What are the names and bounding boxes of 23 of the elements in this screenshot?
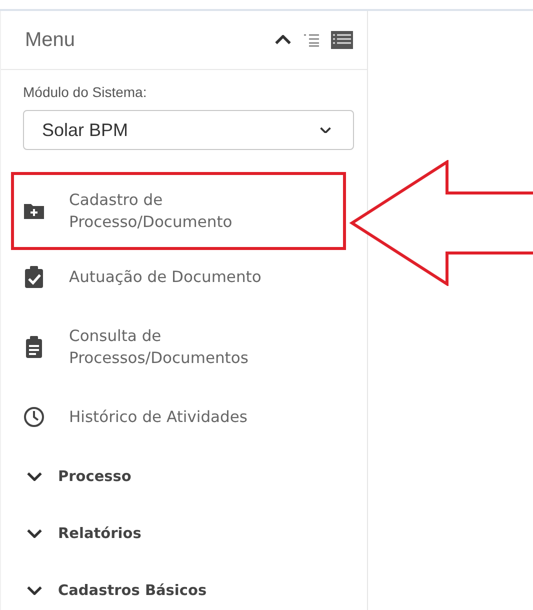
list-view-button[interactable] <box>329 29 355 51</box>
caret-icon <box>320 126 331 134</box>
menu-item[interactable]: Cadastro de Processo/Documento <box>11 172 346 250</box>
module-label: Módulo do Sistema: <box>23 84 148 100</box>
menu-item[interactable]: Consulta de Processos/Documentos <box>11 308 346 386</box>
clipboard-list-icon <box>23 335 45 359</box>
collapse-button[interactable] <box>273 33 293 47</box>
list-icon <box>331 31 353 49</box>
chevron-down-icon <box>27 529 42 538</box>
menu-title: Menu <box>25 28 76 52</box>
menu-item[interactable]: Autuação de Documento <box>11 252 346 302</box>
clock-icon <box>23 406 45 428</box>
chevron-up-icon <box>275 35 291 45</box>
folder-plus-icon <box>23 201 45 221</box>
menu-group[interactable]: Cadastros Básicos <box>11 562 353 610</box>
chevron-down-icon <box>27 586 42 595</box>
module-select[interactable]: Solar BPM <box>23 110 354 150</box>
clipboard-check-icon <box>23 265 45 289</box>
indented-list-icon <box>303 33 319 47</box>
menu-group[interactable]: Relatórios <box>11 505 353 562</box>
menu-group[interactable]: Processo <box>11 448 353 505</box>
menu-item[interactable]: Histórico de Atividades <box>11 392 346 442</box>
chevron-down-icon <box>27 472 42 481</box>
